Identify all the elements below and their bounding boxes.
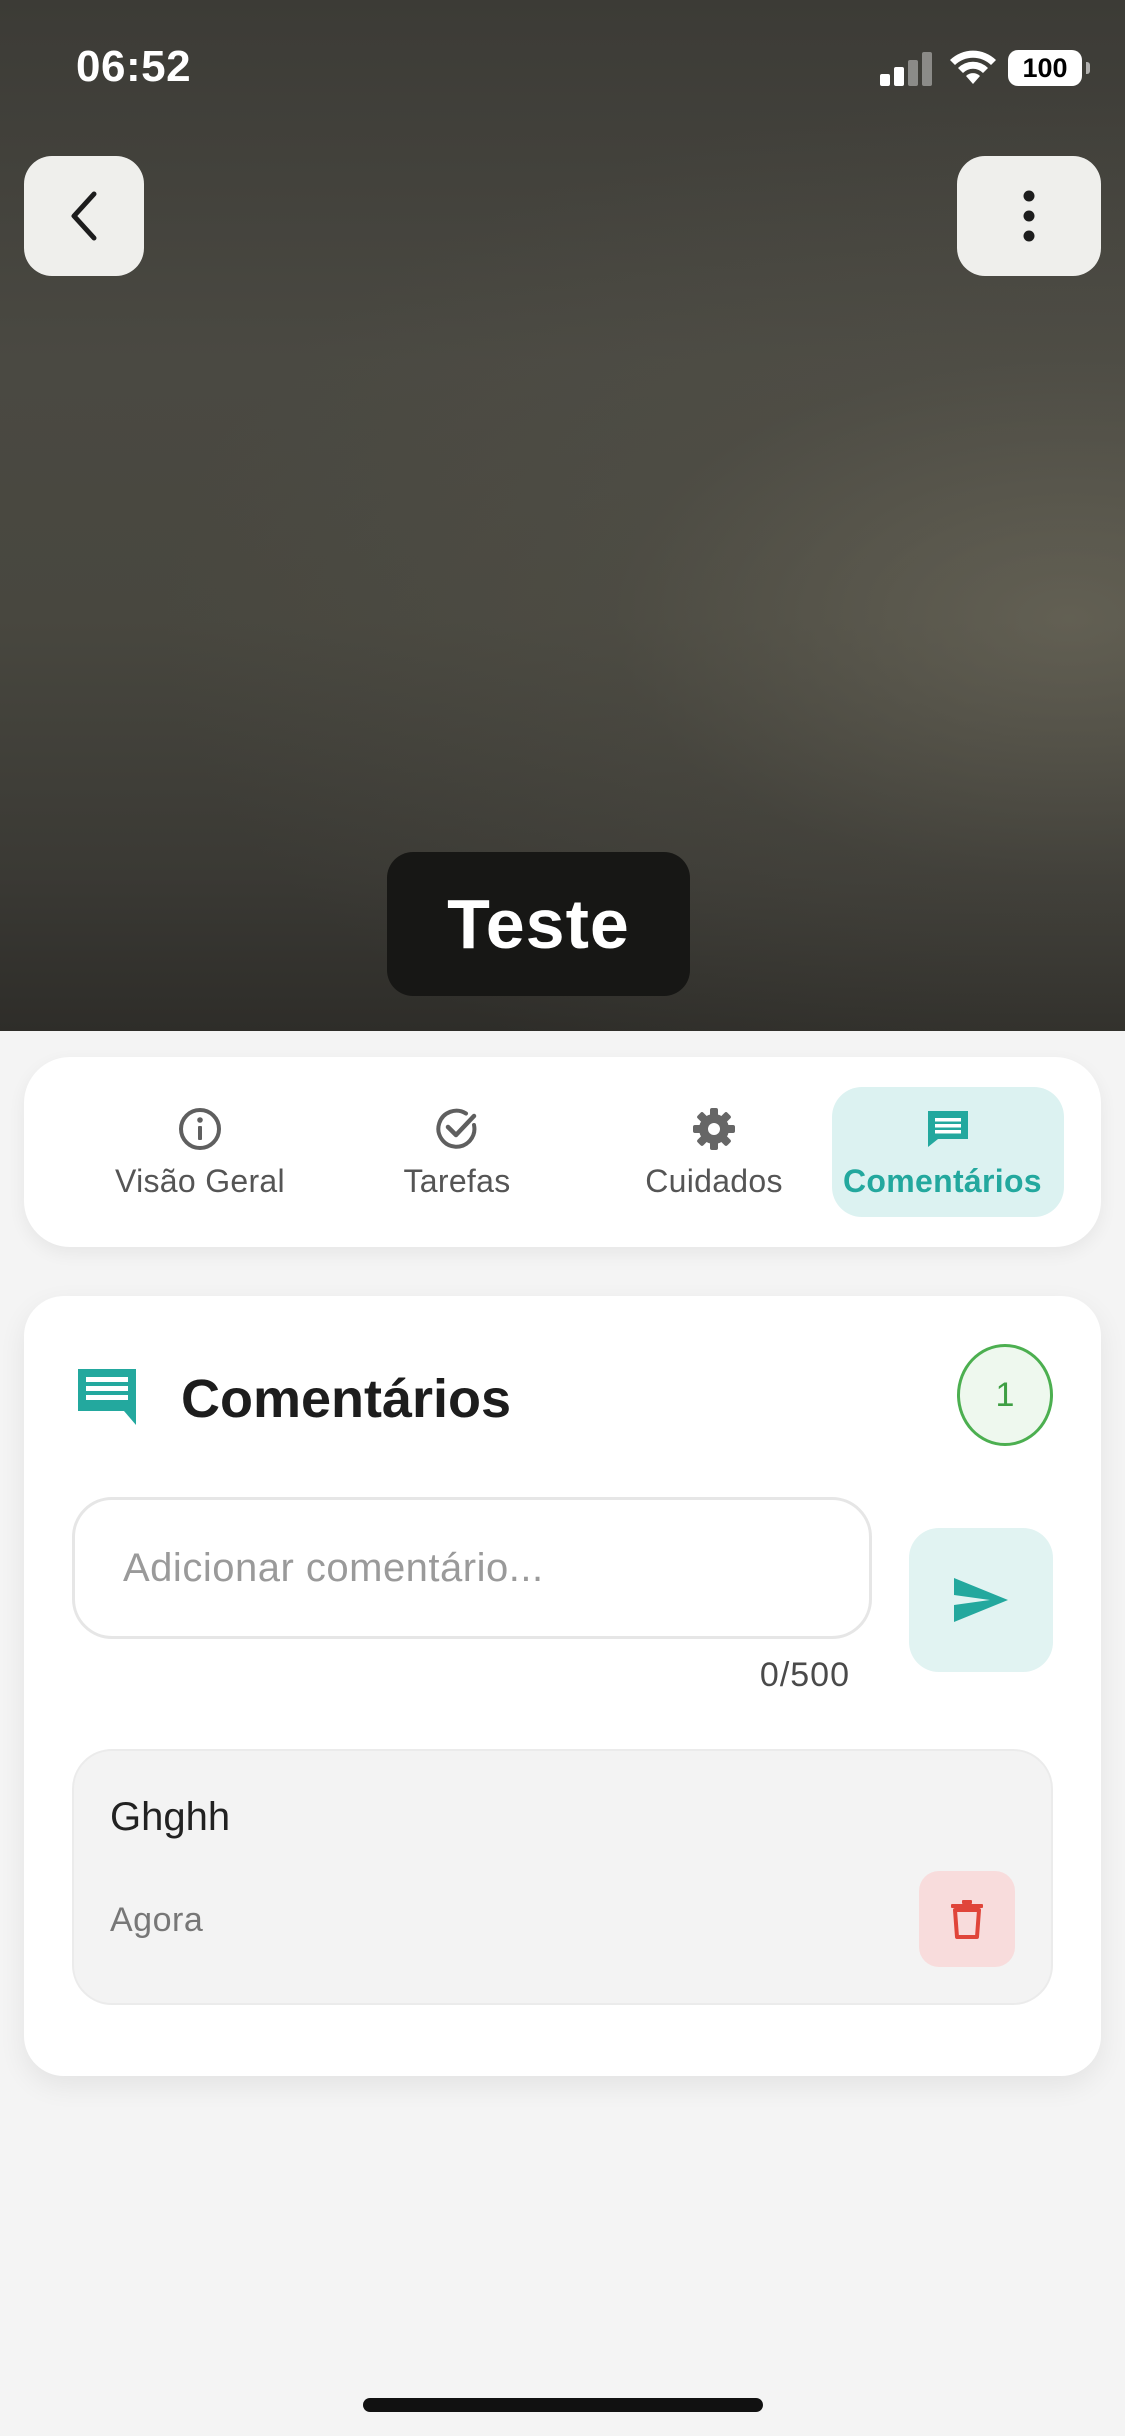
char-counter: 0/500	[759, 1656, 850, 1694]
comment-count: 1	[995, 1375, 1015, 1414]
battery-icon: 100	[1008, 50, 1090, 86]
trash-icon	[951, 1900, 983, 1939]
check-circle-icon	[436, 1108, 477, 1149]
page-title-text: Teste	[447, 885, 630, 963]
delete-comment-button[interactable]	[919, 1871, 1015, 1967]
back-button[interactable]	[24, 156, 144, 276]
home-indicator	[363, 2398, 763, 2412]
comments-section: Comentários 1 0/500 Ghghh Agora	[24, 1296, 1101, 2076]
tab-care-label: Cuidados	[645, 1162, 783, 1199]
send-button[interactable]	[909, 1528, 1053, 1672]
more-vertical-icon	[1023, 190, 1035, 242]
signal-icon	[880, 52, 932, 86]
gear-icon	[693, 1107, 735, 1150]
comment-input[interactable]	[72, 1497, 872, 1639]
comment-icon	[78, 1369, 136, 1425]
tab-overview-label: Visão Geral	[115, 1162, 285, 1199]
tab-tasks[interactable]: Tarefas	[341, 1087, 573, 1217]
comment-count-badge: 1	[957, 1344, 1053, 1446]
send-icon	[954, 1578, 1008, 1622]
comment-icon	[928, 1110, 968, 1147]
tab-bar: Visão Geral Tarefas Cuidados Comentários	[24, 1057, 1101, 1247]
tab-care[interactable]: Cuidados	[598, 1087, 830, 1217]
wifi-icon	[950, 50, 996, 84]
comment-time: Agora	[110, 1901, 204, 1939]
tab-tasks-label: Tarefas	[403, 1162, 511, 1199]
comment-text: Ghghh	[110, 1795, 231, 1839]
comments-title: Comentários	[181, 1369, 512, 1429]
tab-comments[interactable]: Comentários	[832, 1087, 1064, 1217]
status-time: 06:52	[76, 42, 192, 91]
tab-comments-label: Comentários	[843, 1162, 1042, 1199]
cover-image: 06:52 100 Teste	[0, 0, 1125, 1031]
page-title: Teste	[387, 852, 690, 996]
status-bar: 06:52 100	[0, 0, 1125, 140]
more-options-button[interactable]	[957, 156, 1101, 276]
tab-overview[interactable]: Visão Geral	[84, 1087, 316, 1217]
info-icon	[179, 1107, 221, 1150]
battery-level: 100	[1022, 53, 1068, 83]
comment-item: Ghghh Agora	[72, 1749, 1053, 2005]
chevron-left-icon	[71, 191, 97, 241]
